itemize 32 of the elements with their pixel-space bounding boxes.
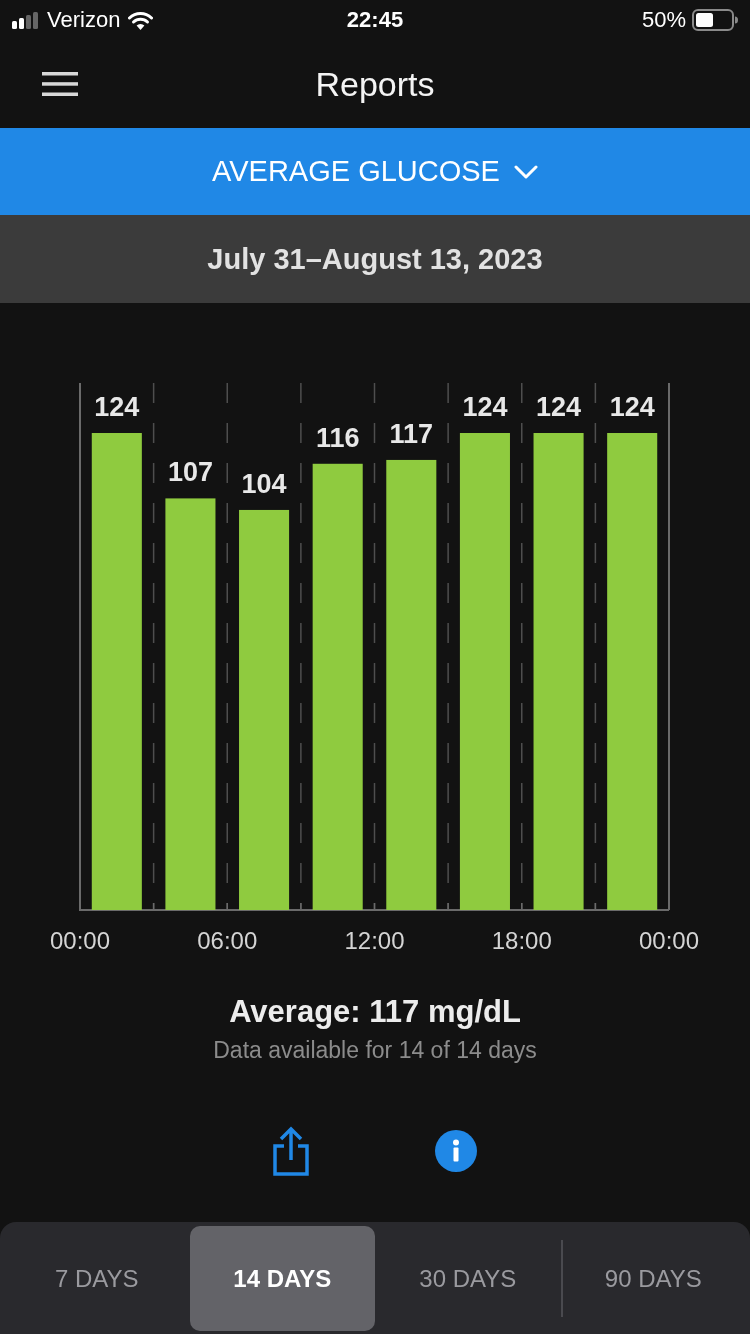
carrier-name: Verizon bbox=[47, 9, 121, 31]
menu-icon[interactable] bbox=[42, 72, 78, 96]
info-icon[interactable] bbox=[435, 1130, 477, 1172]
average-reading: Average: 117 mg/dL bbox=[229, 993, 521, 1031]
period-tab[interactable]: 30 DAYS bbox=[375, 1226, 561, 1331]
period-tab[interactable]: 14 DAYS bbox=[189, 1226, 375, 1331]
chevron-down-icon bbox=[513, 164, 538, 179]
data-availability-note: Data available for 14 of 14 days bbox=[213, 1036, 537, 1065]
signal-icon bbox=[12, 11, 39, 29]
bar-value-label: 124 bbox=[609, 392, 655, 422]
x-axis-label: 18:00 bbox=[491, 927, 552, 954]
wifi-icon bbox=[128, 10, 154, 30]
share-icon[interactable] bbox=[273, 1126, 309, 1176]
bar-value-label: 107 bbox=[167, 457, 213, 488]
date-range: July 31–August 13, 2023 bbox=[0, 215, 750, 303]
period-tab[interactable]: 7 DAYS bbox=[4, 1226, 190, 1331]
bar-value-label: 116 bbox=[315, 422, 360, 453]
clock-time: 22:45 bbox=[346, 9, 404, 31]
report-type-dropdown[interactable]: AVERAGE GLUCOSE bbox=[0, 128, 750, 215]
x-axis-label: 00:00 bbox=[638, 927, 700, 954]
bar-value-label: 124 bbox=[462, 392, 508, 422]
period-tab[interactable]: 90 DAYS bbox=[560, 1226, 746, 1331]
x-axis-label: 06:00 bbox=[197, 927, 258, 954]
battery-icon bbox=[692, 9, 738, 31]
bar-value-label: 117 bbox=[389, 418, 434, 449]
x-axis-label: 12:00 bbox=[344, 927, 405, 954]
page-title: Reports bbox=[315, 63, 435, 105]
bar-value-label: 124 bbox=[536, 392, 582, 422]
bar-value-label: 104 bbox=[241, 468, 287, 499]
bar-value-label: 124 bbox=[94, 392, 140, 422]
battery-percentage: 50% bbox=[641, 9, 686, 31]
x-axis-label: 00:00 bbox=[49, 927, 111, 954]
